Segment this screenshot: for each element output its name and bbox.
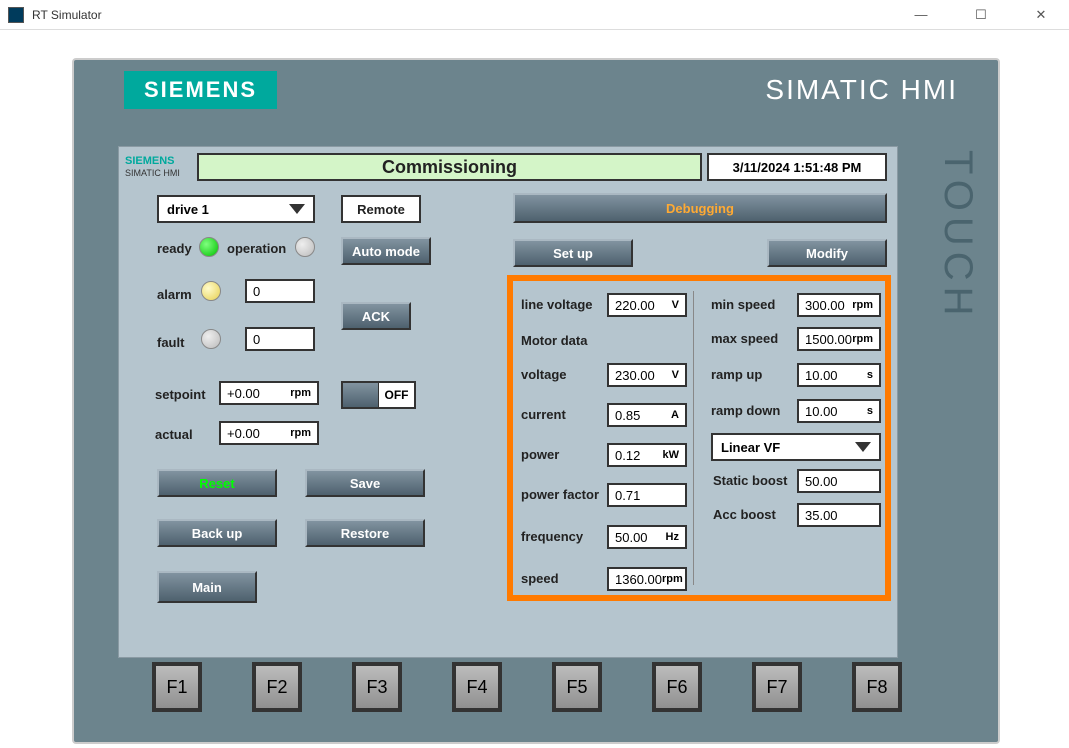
restore-button[interactable]: Restore [305,519,425,547]
chevron-down-icon [289,204,305,214]
debugging-button[interactable]: Debugging [513,193,887,223]
window-title: RT Simulator [32,8,102,22]
page-title: Commissioning [197,153,702,181]
static-boost-box[interactable]: 50.00 [797,469,881,493]
toggle-knob [343,383,379,407]
app-icon [8,7,24,23]
operation-label: operation [227,241,286,256]
ack-button[interactable]: ACK [341,302,411,330]
siemens-logo: SIEMENS [124,71,277,109]
fault-label: fault [157,335,184,350]
main-button[interactable]: Main [157,571,257,603]
brand-text: SIMATIC HMI [765,74,958,106]
parameter-panel: line voltage 220.00 V Motor data voltage… [507,275,891,601]
save-button[interactable]: Save [305,469,425,497]
fault-led [201,329,221,349]
reset-button[interactable]: Reset [157,469,277,497]
chevron-down-icon [855,442,871,452]
operation-led [295,237,315,257]
voltage-box[interactable]: 230.00 V [607,363,687,387]
current-label: current [521,407,566,422]
fkey-f2[interactable]: F2 [252,662,302,712]
window-titlebar: RT Simulator — ☐ ✕ [0,0,1069,30]
rampdown-box[interactable]: 10.00 s [797,399,881,423]
fkey-f6[interactable]: F6 [652,662,702,712]
modify-button[interactable]: Modify [767,239,887,267]
ready-led [199,237,219,257]
sub-logo: SIEMENS [125,155,175,167]
hmi-frame: SIEMENS SIMATIC HMI TOUCH SIEMENS SIMATI… [72,58,1000,744]
max-speed-label: max speed [711,331,778,346]
speed-label: speed [521,571,559,586]
static-boost-label: Static boost [713,473,787,488]
remote-button[interactable]: Remote [341,195,421,223]
power-label: power [521,447,559,462]
vf-mode-value: Linear VF [721,440,780,455]
max-speed-box[interactable]: 1500.00 rpm [797,327,881,351]
vf-mode-dropdown[interactable]: Linear VF [711,433,881,461]
fkey-f3[interactable]: F3 [352,662,402,712]
close-button[interactable]: ✕ [1021,3,1061,27]
speed-box[interactable]: 1360.00 rpm [607,567,687,591]
backup-button[interactable]: Back up [157,519,277,547]
acc-boost-label: Acc boost [713,507,776,522]
run-toggle[interactable]: OFF [341,381,416,409]
fault-value-box[interactable]: 0 [245,327,315,351]
content-panel: SIEMENS SIMATIC HMI Commissioning 3/11/2… [118,146,898,658]
minimize-button[interactable]: — [901,3,941,27]
motor-data-label: Motor data [521,333,587,348]
min-speed-box[interactable]: 300.00 rpm [797,293,881,317]
datetime: 3/11/2024 1:51:48 PM [707,153,887,181]
ready-label: ready [157,241,192,256]
sub-brand: SIMATIC HMI [125,168,180,178]
setpoint-value-box[interactable]: +0.00 rpm [219,381,319,405]
setup-button[interactable]: Set up [513,239,633,267]
rampup-box[interactable]: 10.00 s [797,363,881,387]
actual-label: actual [155,427,193,442]
line-voltage-label: line voltage [521,297,593,312]
actual-value-box: +0.00 rpm [219,421,319,445]
alarm-value-box[interactable]: 0 [245,279,315,303]
toggle-state: OFF [379,388,414,402]
drive-select-value: drive 1 [167,202,209,217]
fkey-f5[interactable]: F5 [552,662,602,712]
maximize-button[interactable]: ☐ [961,3,1001,27]
drive-select-dropdown[interactable]: drive 1 [157,195,315,223]
rampup-label: ramp up [711,367,762,382]
rampdown-label: ramp down [711,403,780,418]
voltage-label: voltage [521,367,567,382]
current-box[interactable]: 0.85 A [607,403,687,427]
fkey-f1[interactable]: F1 [152,662,202,712]
pf-box[interactable]: 0.71 [607,483,687,507]
fkey-f7[interactable]: F7 [752,662,802,712]
freq-label: frequency [521,529,583,544]
fkey-row: F1 F2 F3 F4 F5 F6 F7 F8 [152,662,902,712]
alarm-label: alarm [157,287,192,302]
automode-button[interactable]: Auto mode [341,237,431,265]
setpoint-label: setpoint [155,387,206,402]
alarm-led [201,281,221,301]
fkey-f4[interactable]: F4 [452,662,502,712]
line-voltage-box[interactable]: 220.00 V [607,293,687,317]
pf-label: power factor [521,487,599,502]
acc-boost-box[interactable]: 35.00 [797,503,881,527]
min-speed-label: min speed [711,297,775,312]
power-box[interactable]: 0.12 kW [607,443,687,467]
freq-box[interactable]: 50.00 Hz [607,525,687,549]
touch-label: TOUCH [935,150,980,321]
fkey-f8[interactable]: F8 [852,662,902,712]
